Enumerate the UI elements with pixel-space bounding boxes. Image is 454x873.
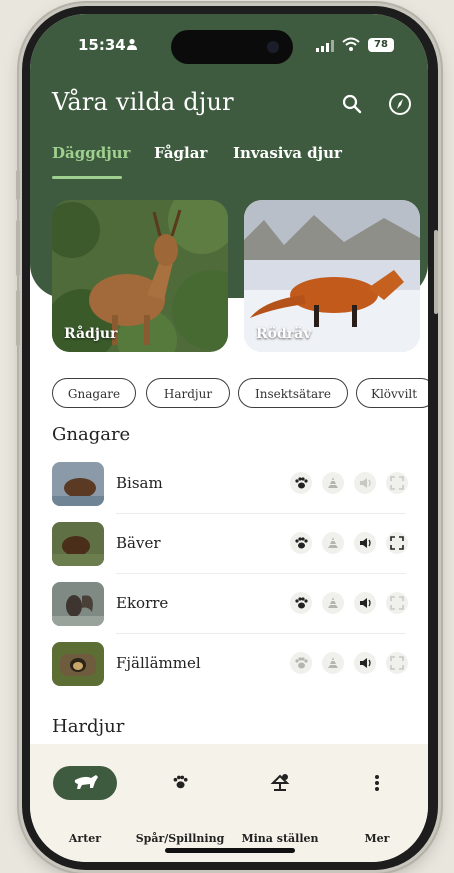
dynamic-island: [171, 30, 293, 64]
nav-label-mina-stallen[interactable]: Mina ställen: [230, 832, 330, 845]
sound-icon: [354, 592, 376, 614]
list-item-bisam[interactable]: Bisam: [30, 454, 428, 514]
tab-daggdjur[interactable]: Däggdjur: [52, 144, 130, 162]
animal-name: Bisam: [116, 474, 163, 492]
nav-label-mer[interactable]: Mer: [327, 832, 427, 845]
baver-thumbnail: [52, 522, 104, 566]
sound-icon: [354, 652, 376, 674]
chip-hardjur[interactable]: Hardjur: [146, 378, 230, 408]
section-title-gnagare: Gnagare: [52, 424, 131, 445]
chip-klovvilt[interactable]: Klövvilt: [356, 378, 428, 408]
animal-name: Fjällämmel: [116, 654, 201, 672]
battery-indicator: 78: [368, 38, 394, 52]
nav-label-spar-spillning[interactable]: Spår/Spillning: [130, 832, 230, 845]
paw-print-icon: [290, 532, 312, 554]
tab-invasiva-djur[interactable]: Invasiva djur: [233, 144, 342, 162]
app-screen: 15:34 78 Våra vilda djur Däggdjur Fåglar…: [30, 14, 428, 862]
volume-down-button: [16, 290, 20, 346]
sound-icon: [354, 472, 376, 494]
droppings-icon: [322, 532, 344, 554]
list-item-fjallammel[interactable]: Fjällämmel: [30, 634, 428, 694]
bottom-navigation: Arter Spår/Spillning Mina ställen Mer: [30, 744, 428, 862]
section-title-hardjur: Hardjur: [52, 716, 125, 737]
ekorre-thumbnail: [52, 582, 104, 626]
paw-print-icon: [290, 652, 312, 674]
mute-switch: [16, 170, 20, 200]
sound-icon: [354, 532, 376, 554]
chip-gnagare[interactable]: Gnagare: [52, 378, 136, 408]
paw-print-icon[interactable]: [172, 774, 188, 790]
paw-print-icon: [290, 472, 312, 494]
volume-up-button: [16, 220, 20, 276]
expand-icon: [386, 652, 408, 674]
person-icon: [127, 38, 137, 50]
featured-card-label: Rödräv: [256, 326, 312, 342]
signal-icon: [316, 40, 334, 52]
fjallammel-thumbnail: [52, 642, 104, 686]
home-indicator[interactable]: [165, 848, 295, 853]
compass-icon[interactable]: [388, 92, 412, 116]
list-item-ekorre[interactable]: Ekorre: [30, 574, 428, 634]
featured-card-rodrav[interactable]: Rödräv: [244, 200, 420, 352]
search-icon[interactable]: [342, 94, 362, 114]
status-time: 15:34: [78, 36, 126, 54]
droppings-icon: [322, 592, 344, 614]
place-icon[interactable]: [270, 772, 290, 792]
power-button: [434, 230, 438, 314]
wifi-icon: [342, 37, 360, 51]
expand-icon: [386, 532, 408, 554]
active-tab-indicator: [52, 176, 122, 179]
animal-name: Bäver: [116, 534, 161, 552]
droppings-icon: [322, 472, 344, 494]
more-icon[interactable]: [374, 774, 380, 792]
animal-name: Ekorre: [116, 594, 169, 612]
featured-card-label: Rådjur: [64, 326, 118, 342]
bisam-thumbnail: [52, 462, 104, 506]
droppings-icon: [322, 652, 344, 674]
nav-item-arter[interactable]: [53, 766, 117, 800]
chip-insektsatare[interactable]: Insektsätare: [238, 378, 348, 408]
expand-icon: [386, 472, 408, 494]
featured-card-radjur[interactable]: Rådjur: [52, 200, 228, 352]
list-item-baver[interactable]: Bäver: [30, 514, 428, 574]
tab-faglar[interactable]: Fåglar: [154, 144, 207, 162]
camera-icon: [267, 41, 279, 53]
nav-label-arter[interactable]: Arter: [35, 832, 135, 845]
page-title: Våra vilda djur: [52, 88, 234, 116]
animal-icon: [74, 775, 98, 789]
paw-print-icon: [290, 592, 312, 614]
expand-icon: [386, 592, 408, 614]
